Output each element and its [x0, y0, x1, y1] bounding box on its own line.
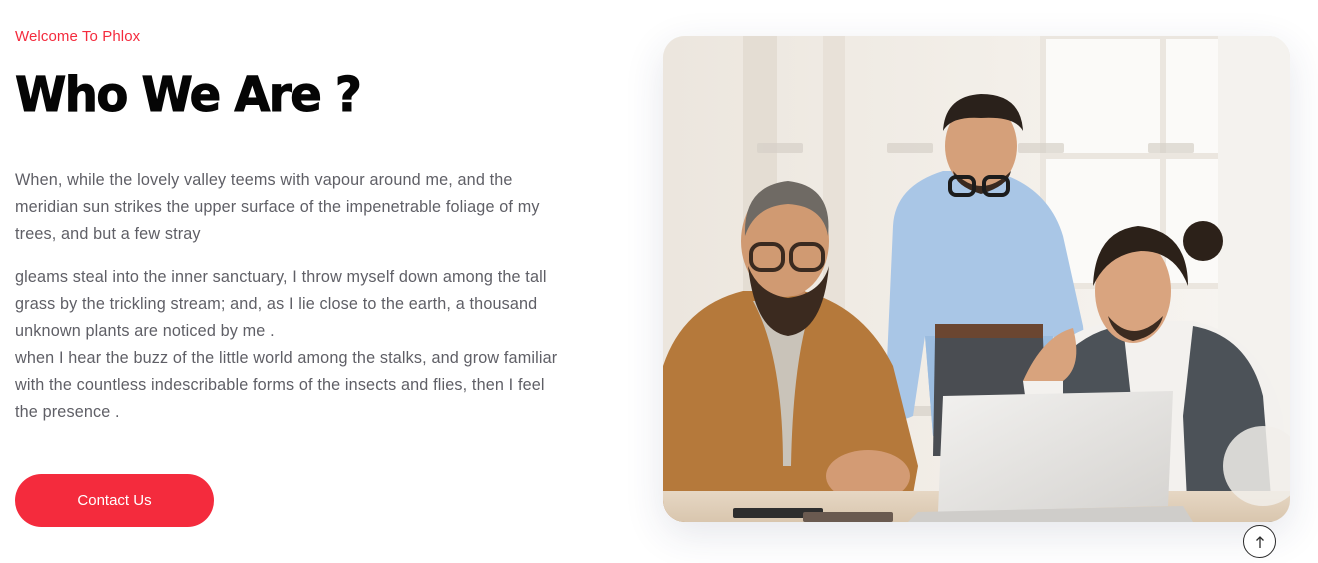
- intro-paragraph: When, while the lovely valley teems with…: [15, 171, 540, 243]
- team-photo: [663, 36, 1290, 522]
- team-photo-illustration: [663, 36, 1290, 522]
- body-paragraph: gleams steal into the inner sanctuary, I…: [15, 264, 563, 426]
- contact-us-button[interactable]: Contact Us: [15, 474, 214, 527]
- body-paragraph-line-1: gleams steal into the inner sanctuary, I…: [15, 268, 547, 340]
- about-section-text: Welcome To Phlox Who We Are ? When, whil…: [15, 0, 575, 563]
- section-title: Who We Are ?: [15, 67, 363, 124]
- arrow-up-icon: [1255, 535, 1264, 548]
- scroll-to-top-button[interactable]: [1243, 525, 1276, 558]
- section-eyebrow: Welcome To Phlox: [15, 28, 141, 45]
- body-paragraph-line-2: when I hear the buzz of the little world…: [15, 349, 558, 421]
